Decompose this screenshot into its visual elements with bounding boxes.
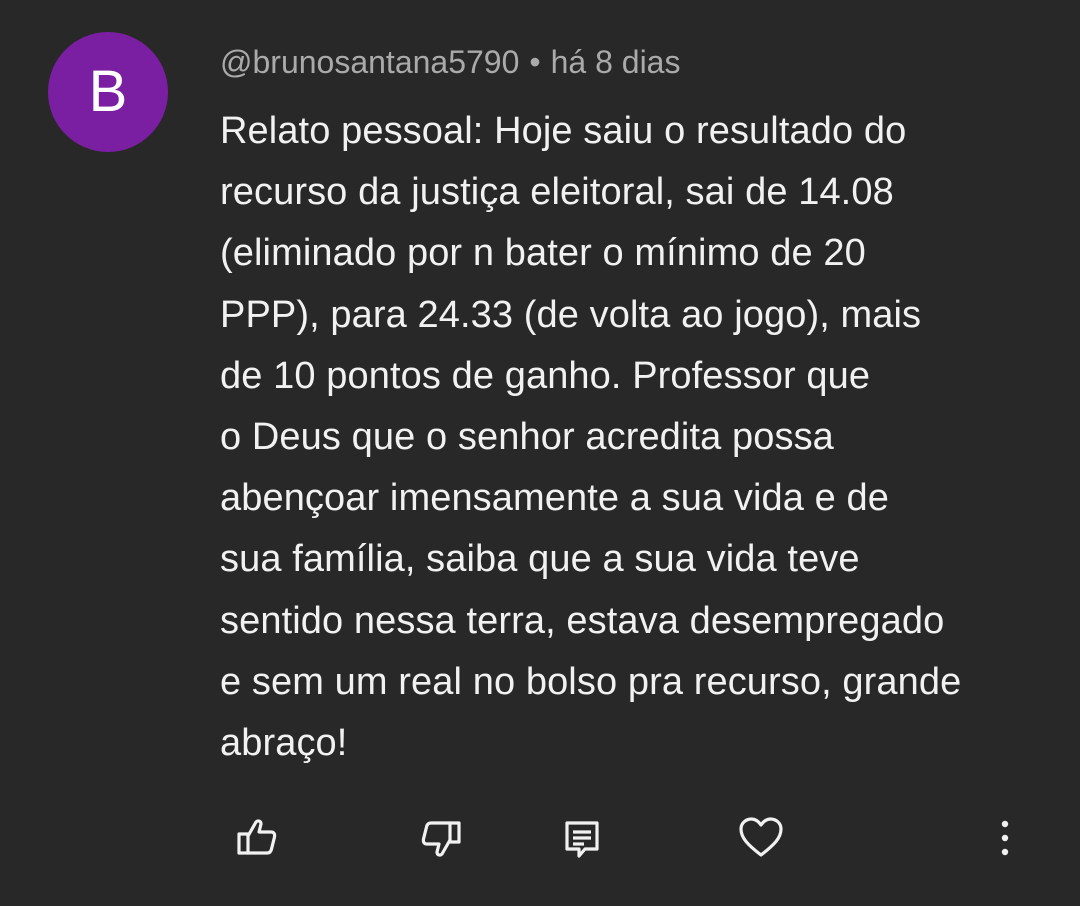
dislike-button[interactable] [411,808,471,868]
more-vertical-icon [995,816,1015,860]
reply-button[interactable] [552,808,612,868]
thumbs-up-icon [233,814,281,862]
avatar-letter: B [88,59,128,124]
heart-icon [736,813,786,863]
comment-timestamp[interactable]: há 8 dias [551,44,681,80]
comment-actions [0,808,1080,868]
comment-text: Relato pessoal: Hoje saiu o resultado do… [220,110,962,765]
comment-header: @brunosantana5790 • há 8 dias [220,42,680,82]
meta-separator: • [529,44,541,80]
reply-comment-icon [558,814,606,862]
more-options-button[interactable] [975,808,1035,868]
avatar[interactable]: B [48,32,168,152]
like-button[interactable] [227,808,287,868]
author-handle[interactable]: @brunosantana5790 [220,44,519,80]
heart-button[interactable] [731,808,791,868]
comment-card: B @brunosantana5790 • há 8 dias Relato pes… [0,0,1080,906]
thumbs-down-icon [417,814,465,862]
